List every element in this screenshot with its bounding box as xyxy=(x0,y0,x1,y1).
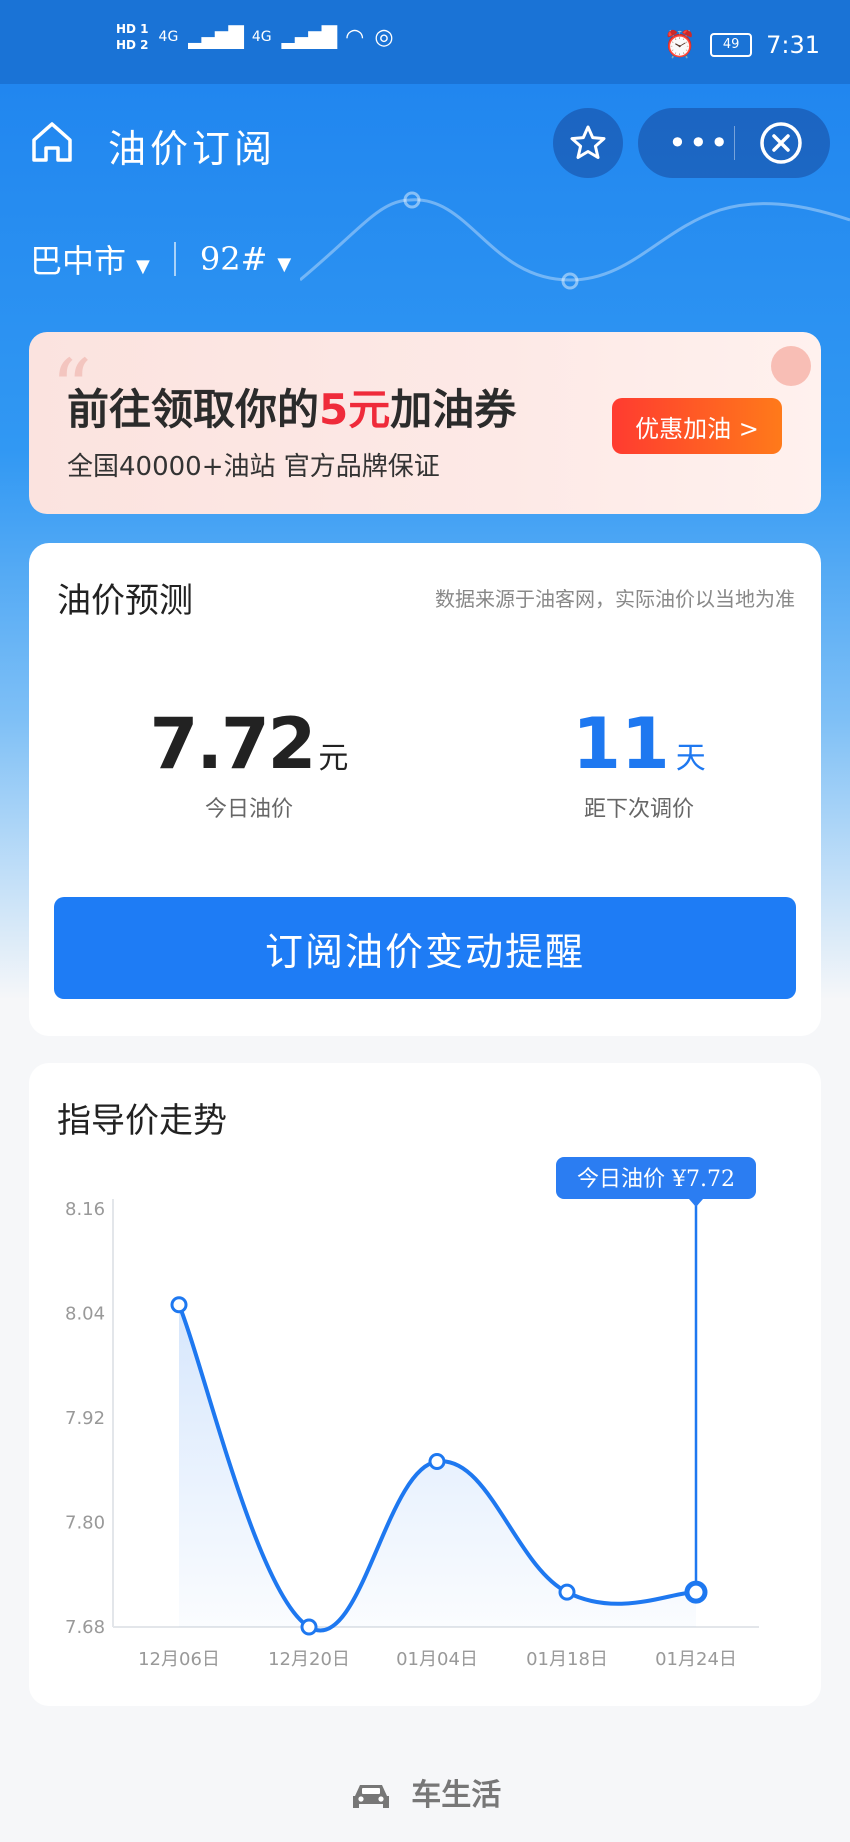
car-icon xyxy=(352,1784,389,1808)
y-tick-label: 8.04 xyxy=(65,1304,105,1325)
capsule-divider xyxy=(734,126,735,160)
status-bar: HD 1 HD 2 4G ▂▄▆█ 4G ▂▄▆█ ◠ ◎ ⏰ 49 7:31 xyxy=(0,0,850,84)
signal-2-icon: ▂▄▆█ xyxy=(281,25,338,49)
nav-bar: 油价订阅 ••• xyxy=(0,100,850,180)
banner-title-highlight: 5元 xyxy=(319,385,391,434)
chevron-down-icon: ▼ xyxy=(277,254,292,275)
more-icon[interactable]: ••• xyxy=(668,124,731,162)
banner-subtitle: 全国40000+油站 官方品牌保证 xyxy=(67,452,440,482)
price-unit: 元 xyxy=(318,741,349,776)
battery-level: 49 xyxy=(722,37,740,52)
source-note: 数据来源于油客网，实际油价以当地为准 xyxy=(435,587,795,611)
y-tick-label: 8.16 xyxy=(65,1199,105,1220)
clock-time: 7:31 xyxy=(766,31,820,59)
fuel-label: 92# xyxy=(199,240,268,278)
fuel-selector[interactable]: 92# ▼ xyxy=(200,240,291,278)
x-tick-label: 12月20日 xyxy=(268,1649,350,1670)
selector-divider xyxy=(173,242,176,276)
alarm-icon: ⏰ xyxy=(663,30,697,60)
battery-icon: 49 xyxy=(710,33,753,57)
page-title: 油价订阅 xyxy=(108,127,277,171)
price-value: 7.72 xyxy=(149,703,317,785)
y-tick-label: 7.92 xyxy=(65,1408,105,1429)
miniapp-capsule: ••• xyxy=(638,108,830,178)
days-value: 11 xyxy=(572,703,670,785)
hd-indicators: HD 1 HD 2 xyxy=(116,22,149,52)
x-tick-label: 01月18日 xyxy=(526,1649,608,1670)
coupon-banner[interactable]: “ 前往领取你的5元加油券 全国40000+油站 官方品牌保证 优惠加油 > xyxy=(29,332,821,514)
network-1-label: 4G xyxy=(158,29,179,45)
home-icon[interactable] xyxy=(28,118,76,166)
tooltip-pointer xyxy=(689,1199,703,1207)
x-tick-label: 01月24日 xyxy=(655,1649,737,1670)
hd2-label: HD 2 xyxy=(116,38,149,52)
status-left: HD 1 HD 2 4G ▂▄▆█ 4G ▂▄▆█ ◠ ◎ xyxy=(116,22,394,52)
banner-title-post: 加油券 xyxy=(390,385,517,434)
wifi-icon: ◠ xyxy=(345,24,365,50)
city-selector[interactable]: 巴中市 ▼ xyxy=(30,236,150,282)
decorative-wave xyxy=(300,191,850,290)
data-point xyxy=(684,1580,708,1604)
signal-1-icon: ▂▄▆█ xyxy=(188,25,244,49)
today-price: 7.72 元 今日油价 xyxy=(149,703,349,823)
data-point xyxy=(170,1296,188,1314)
forecast-title: 油价预测 xyxy=(57,581,193,621)
days-label: 距下次调价 xyxy=(583,797,694,822)
data-point xyxy=(300,1618,318,1636)
y-tick-label: 7.80 xyxy=(65,1513,105,1534)
x-tick-label: 12月06日 xyxy=(138,1649,220,1670)
filter-selectors: 巴中市 ▼ 92# ▼ xyxy=(30,236,291,282)
chevron-down-icon: ▼ xyxy=(136,256,150,277)
days-until-adjust: 11 天 距下次调价 xyxy=(519,703,759,823)
data-point xyxy=(558,1583,576,1601)
favorite-button[interactable] xyxy=(553,108,623,178)
decor-icon xyxy=(771,346,811,386)
x-tick-label: 01月04日 xyxy=(396,1649,478,1670)
city-label: 巴中市 xyxy=(30,242,127,280)
forecast-card: 油价预测 数据来源于油客网，实际油价以当地为准 7.72 元 今日油价 11 天 距… xyxy=(29,543,821,1036)
tooltip-label: 今日油价 ¥7.72 xyxy=(577,1167,735,1192)
banner-title: 前往领取你的5元加油券 xyxy=(67,376,516,437)
network-2-label: 4G xyxy=(251,29,272,45)
price-trend-chart: 8.16 8.04 7.92 7.80 7.68 12月06日 12月20日 01月04日 01… xyxy=(65,1157,759,1670)
footer-brand: 车生活 xyxy=(0,1770,850,1814)
price-label: 今日油价 xyxy=(204,797,293,822)
discount-fuel-button[interactable]: 优惠加油 > xyxy=(612,398,782,454)
status-right: ⏰ 49 7:31 xyxy=(664,30,820,60)
banner-title-pre: 前往领取你的 xyxy=(67,385,320,434)
hd1-label: HD 1 xyxy=(116,22,149,36)
data-point xyxy=(428,1453,446,1471)
subscribe-button[interactable]: 订阅油价变动提醒 xyxy=(54,897,796,999)
hotspot-icon: ◎ xyxy=(374,24,394,50)
y-tick-label: 7.68 xyxy=(65,1617,105,1638)
trend-card: 指导价走势 8.16 8.04 7.92 7.80 7.68 12月06日 12月20日 01… xyxy=(29,1063,821,1706)
footer-brand-label: 车生活 xyxy=(411,1778,502,1813)
days-unit: 天 xyxy=(675,741,706,776)
close-icon[interactable] xyxy=(758,120,804,166)
star-icon xyxy=(570,125,606,159)
